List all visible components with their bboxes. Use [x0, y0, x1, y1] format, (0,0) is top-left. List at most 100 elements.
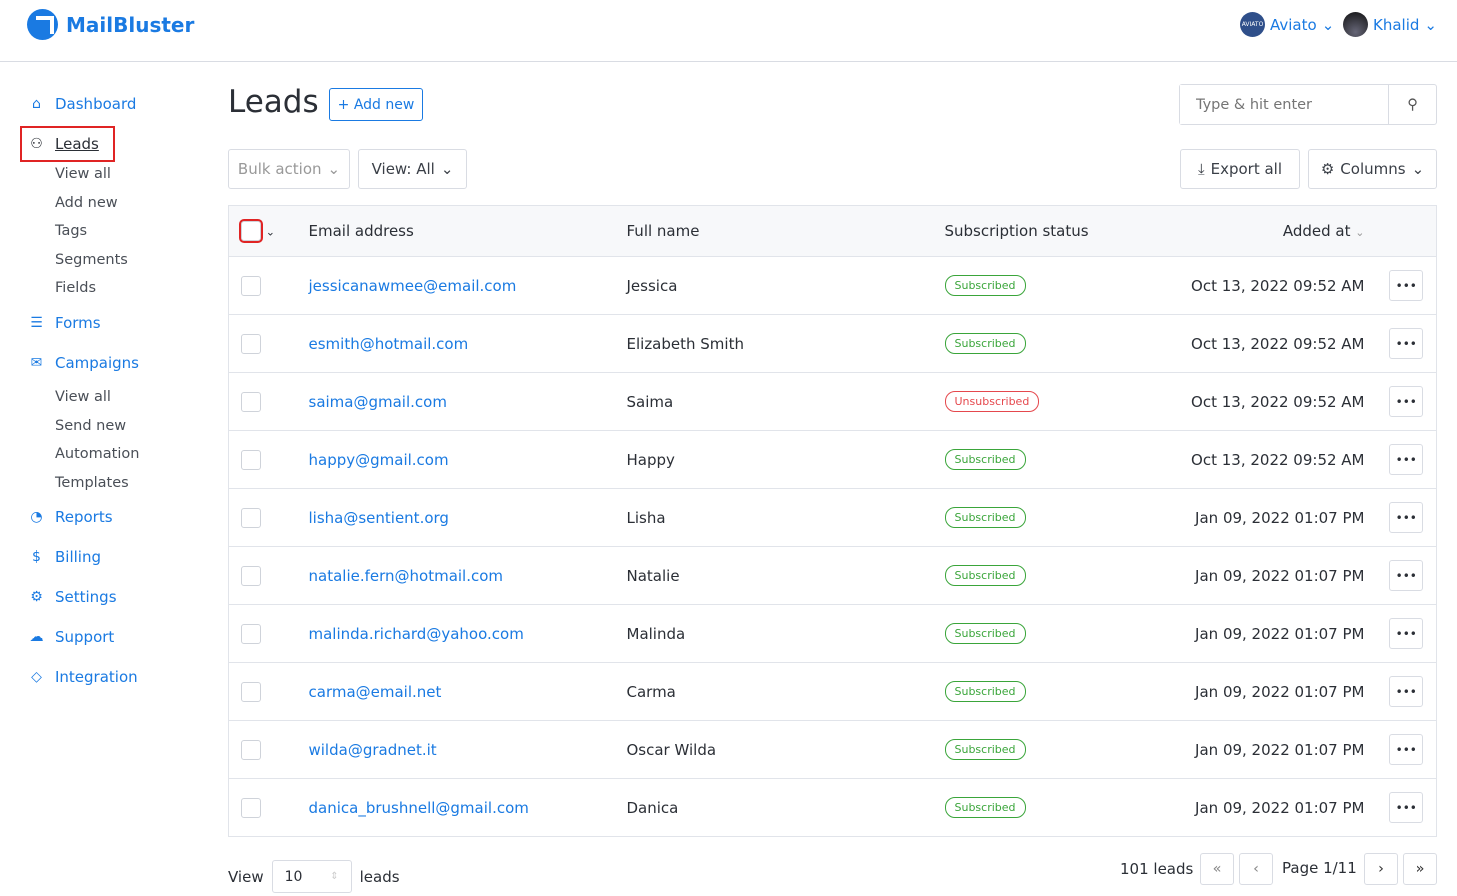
table-row[interactable]: malinda.richard@yahoo.com Malinda Subscr… — [229, 605, 1437, 663]
full-name: Jessica — [627, 257, 945, 315]
row-actions-button[interactable]: ••• — [1389, 444, 1423, 475]
chevron-down-icon: ⌄ — [1412, 160, 1425, 178]
sidebar-subitem-view-all[interactable]: View all — [28, 160, 139, 189]
bulk-action-dropdown[interactable]: Bulk action⌄ — [228, 149, 350, 189]
row-checkbox[interactable] — [241, 798, 261, 818]
sidebar-item-settings[interactable]: ⚙Settings — [28, 577, 139, 617]
download-icon: ⤓ — [1198, 160, 1205, 178]
header-full-name[interactable]: Full name — [627, 206, 945, 257]
row-checkbox[interactable] — [241, 566, 261, 586]
search-icon[interactable]: ⚲ — [1388, 85, 1436, 124]
table-row[interactable]: jessicanawmee@email.com Jessica Subscrib… — [229, 257, 1437, 315]
sidebar-item-billing[interactable]: $Billing — [28, 537, 139, 577]
user-menu[interactable]: Khalid⌄ — [1343, 12, 1437, 37]
full-name: Saima — [627, 373, 945, 431]
status-badge: Subscribed — [945, 797, 1026, 818]
row-checkbox[interactable] — [241, 392, 261, 412]
first-page-button[interactable]: « — [1200, 853, 1234, 885]
row-actions-button[interactable]: ••• — [1389, 618, 1423, 649]
header-subscription-status[interactable]: Subscription status — [945, 206, 1145, 257]
sidebar-item-forms[interactable]: ☰Forms — [28, 303, 139, 343]
table-row[interactable]: natalie.fern@hotmail.com Natalie Subscri… — [229, 547, 1437, 605]
search-input[interactable] — [1180, 85, 1388, 124]
header-added-at[interactable]: Added at ⌄ — [1145, 206, 1377, 257]
row-actions-button[interactable]: ••• — [1389, 270, 1423, 301]
table-row[interactable]: esmith@hotmail.com Elizabeth Smith Subsc… — [229, 315, 1437, 373]
sidebar-subitem-segments[interactable]: Segments — [28, 246, 139, 275]
table-row[interactable]: wilda@gradnet.it Oscar Wilda Subscribed … — [229, 721, 1437, 779]
table-row[interactable]: danica_brushnell@gmail.com Danica Subscr… — [229, 779, 1437, 837]
row-checkbox[interactable] — [241, 450, 261, 470]
view-filter-dropdown[interactable]: View: All⌄ — [358, 149, 467, 189]
add-new-button[interactable]: + Add new — [329, 88, 423, 121]
sidebar-subitem-send-new[interactable]: Send new — [28, 412, 139, 441]
header-email[interactable]: Email address — [309, 206, 627, 257]
full-name: Natalie — [627, 547, 945, 605]
status-badge: Subscribed — [945, 507, 1026, 528]
row-actions-button[interactable]: ••• — [1389, 502, 1423, 533]
added-at: Oct 13, 2022 09:52 AM — [1145, 315, 1377, 373]
sidebar-subitem-fields[interactable]: Fields — [28, 274, 139, 303]
row-actions-button[interactable]: ••• — [1389, 676, 1423, 707]
email-link[interactable]: danica_brushnell@gmail.com — [309, 799, 529, 817]
total-leads: 101 leads — [1120, 860, 1193, 878]
sidebar-subitem-view-all[interactable]: View all — [28, 383, 139, 412]
row-actions-button[interactable]: ••• — [1389, 560, 1423, 591]
table-row[interactable]: lisha@sentient.org Lisha Subscribed Jan … — [229, 489, 1437, 547]
select-all-checkbox[interactable] — [241, 221, 261, 241]
email-link[interactable]: wilda@gradnet.it — [309, 741, 437, 759]
sidebar-subitem-tags[interactable]: Tags — [28, 217, 139, 246]
added-at: Jan 09, 2022 01:07 PM — [1145, 489, 1377, 547]
row-checkbox[interactable] — [241, 740, 261, 760]
row-checkbox[interactable] — [241, 624, 261, 644]
sidebar-subitem-templates[interactable]: Templates — [28, 469, 139, 498]
status-badge: Unsubscribed — [945, 391, 1040, 412]
email-link[interactable]: natalie.fern@hotmail.com — [309, 567, 504, 585]
sidebar-item-integration[interactable]: ◇Integration — [28, 657, 139, 697]
export-all-button[interactable]: ⤓Export all — [1180, 149, 1300, 189]
sidebar-subitem-add-new[interactable]: Add new — [28, 189, 139, 218]
columns-dropdown[interactable]: ⚙Columns⌄ — [1308, 149, 1437, 189]
last-page-button[interactable]: » — [1403, 853, 1437, 885]
email-link[interactable]: malinda.richard@yahoo.com — [309, 625, 524, 643]
sidebar: ⌂Dashboard⚇LeadsView allAdd newTagsSegme… — [28, 84, 139, 697]
email-link[interactable]: lisha@sentient.org — [309, 509, 449, 527]
table-row[interactable]: happy@gmail.com Happy Subscribed Oct 13,… — [229, 431, 1437, 489]
full-name: Elizabeth Smith — [627, 315, 945, 373]
row-actions-button[interactable]: ••• — [1389, 386, 1423, 417]
sidebar-item-reports[interactable]: ◔Reports — [28, 497, 139, 537]
email-link[interactable]: jessicanawmee@email.com — [309, 277, 517, 295]
sidebar-item-campaigns[interactable]: ✉Campaigns — [28, 343, 139, 383]
per-page-stepper[interactable]: 10⇕ — [272, 860, 352, 893]
status-badge: Subscribed — [945, 333, 1026, 354]
sidebar-item-support[interactable]: ☁Support — [28, 617, 139, 657]
logo[interactable]: MailBluster — [27, 9, 194, 40]
email-link[interactable]: happy@gmail.com — [309, 451, 449, 469]
prev-page-button[interactable]: ‹ — [1239, 853, 1273, 885]
row-actions-button[interactable]: ••• — [1389, 734, 1423, 765]
added-at: Jan 09, 2022 01:07 PM — [1145, 547, 1377, 605]
sidebar-item-dashboard[interactable]: ⌂Dashboard — [28, 84, 139, 124]
full-name: Malinda — [627, 605, 945, 663]
row-actions-button[interactable]: ••• — [1389, 792, 1423, 823]
row-checkbox[interactable] — [241, 508, 261, 528]
sidebar-item-leads[interactable]: ⚇Leads — [22, 128, 113, 160]
account-switcher[interactable]: AVIATOAviato⌄ — [1240, 12, 1334, 37]
chevron-down-icon[interactable]: ⌄ — [266, 226, 275, 239]
pie-chart-icon: ◔ — [28, 509, 45, 525]
row-checkbox[interactable] — [241, 276, 261, 296]
email-link[interactable]: saima@gmail.com — [309, 393, 447, 411]
email-link[interactable]: esmith@hotmail.com — [309, 335, 469, 353]
row-checkbox[interactable] — [241, 334, 261, 354]
next-page-button[interactable]: › — [1364, 853, 1398, 885]
row-checkbox[interactable] — [241, 682, 261, 702]
status-badge: Subscribed — [945, 739, 1026, 760]
chevron-down-icon: ⌄ — [441, 160, 454, 178]
table-row[interactable]: carma@email.net Carma Subscribed Jan 09,… — [229, 663, 1437, 721]
table-row[interactable]: saima@gmail.com Saima Unsubscribed Oct 1… — [229, 373, 1437, 431]
row-actions-button[interactable]: ••• — [1389, 328, 1423, 359]
sidebar-subitem-automation[interactable]: Automation — [28, 440, 139, 469]
user-icon: ⚇ — [28, 136, 45, 152]
email-link[interactable]: carma@email.net — [309, 683, 442, 701]
leads-label: leads — [360, 868, 400, 886]
